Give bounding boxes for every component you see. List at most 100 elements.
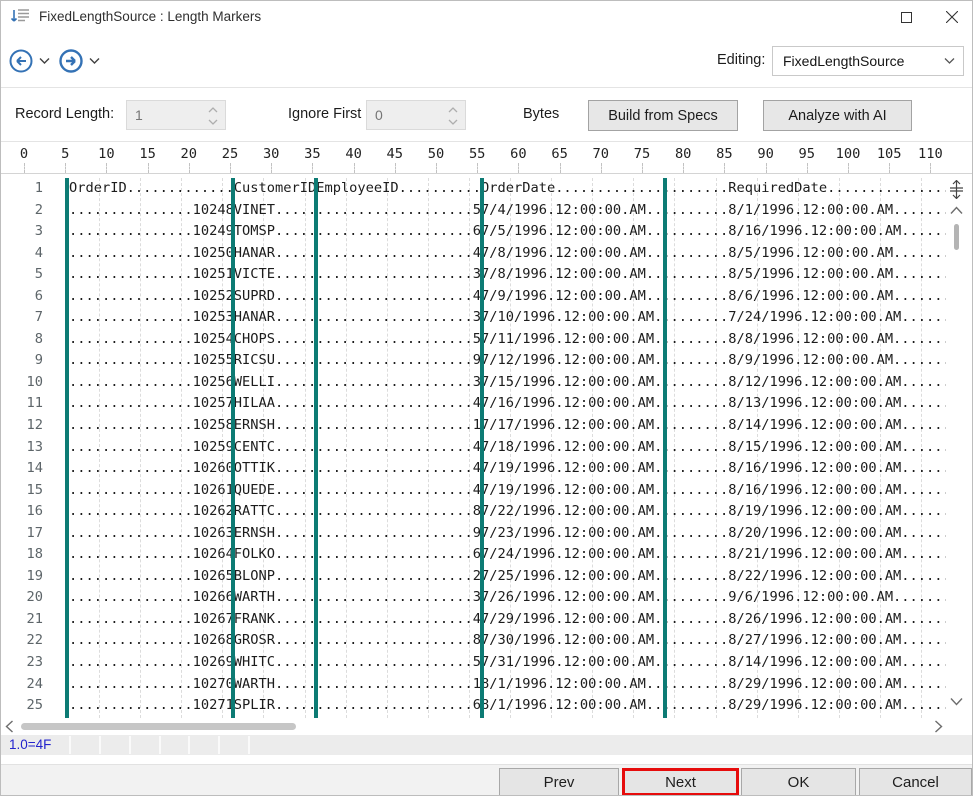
- back-dropdown-chevron-icon[interactable]: [39, 57, 51, 67]
- editing-combobox[interactable]: FixedLengthSource: [772, 46, 964, 76]
- record-text[interactable]: ...............10261QUEDE...............…: [43, 480, 946, 502]
- line-number: 14: [1, 458, 43, 480]
- scroll-up-icon[interactable]: [950, 206, 963, 215]
- record-text[interactable]: ...............10263ERNSH...............…: [43, 523, 946, 545]
- ruler-tick-mark: [148, 163, 149, 173]
- length-marker[interactable]: [65, 178, 69, 718]
- ruler-tick-mark: [848, 163, 849, 173]
- ruler-tick: 40: [345, 146, 361, 162]
- ruler-tick-mark: [889, 163, 890, 173]
- status-cell-separator: [248, 736, 250, 754]
- data-row: 19...............10265BLONP.............…: [1, 566, 946, 588]
- horizontal-scroll-thumb[interactable]: [21, 723, 296, 730]
- stepper-arrows-icon[interactable]: [207, 104, 219, 128]
- back-button[interactable]: [9, 49, 33, 73]
- analyze-with-ai-button[interactable]: Analyze with AI: [763, 100, 912, 131]
- status-cell-separator: [99, 736, 101, 754]
- line-number: 12: [1, 415, 43, 437]
- column-ruler[interactable]: 0510152025303540455055606570758085909510…: [1, 142, 973, 174]
- record-text[interactable]: ...............10265BLONP...............…: [43, 566, 946, 588]
- prev-button[interactable]: Prev: [499, 768, 619, 796]
- length-marker[interactable]: [663, 178, 667, 718]
- ruler-tick-mark: [477, 163, 478, 173]
- line-number: 13: [1, 437, 43, 459]
- record-text[interactable]: ...............10269WHITC...............…: [43, 652, 946, 674]
- record-text[interactable]: ...............10266WARTH...............…: [43, 587, 946, 609]
- ruler-tick: 75: [634, 146, 650, 162]
- forward-dropdown-chevron-icon[interactable]: [89, 57, 101, 67]
- ok-button[interactable]: OK: [741, 768, 856, 796]
- ignore-first-stepper[interactable]: 0: [366, 100, 466, 130]
- scroll-right-icon[interactable]: [934, 720, 943, 733]
- record-spec-bar: Record Length: 1 Ignore First 0 Bytes Bu…: [1, 87, 973, 142]
- record-text[interactable]: ...............10257HILAA...............…: [43, 393, 946, 415]
- record-text[interactable]: ...............10253HANAR...............…: [43, 307, 946, 329]
- data-row: 23...............10269WHITC.............…: [1, 652, 946, 674]
- record-text[interactable]: ...............10248VINET...............…: [43, 200, 946, 222]
- record-text[interactable]: ...............10249TOMSP...............…: [43, 221, 946, 243]
- record-text[interactable]: ...............10254CHOPS...............…: [43, 329, 946, 351]
- stepper-arrows-icon[interactable]: [447, 104, 459, 128]
- build-from-specs-button[interactable]: Build from Specs: [588, 100, 738, 131]
- cancel-button[interactable]: Cancel: [859, 768, 972, 796]
- length-marker[interactable]: [480, 178, 484, 718]
- record-text[interactable]: ...............10271SPLIR...............…: [43, 695, 946, 717]
- record-text[interactable]: ...............10268GROSR...............…: [43, 630, 946, 652]
- line-number: 8: [1, 329, 43, 351]
- window-title: FixedLengthSource : Length Markers: [39, 1, 261, 33]
- vertical-scroll-thumb[interactable]: [954, 224, 959, 250]
- ruler-tick: 105: [877, 146, 902, 162]
- record-text[interactable]: ...............10256WELLI...............…: [43, 372, 946, 394]
- ruler-tick: 110: [918, 146, 943, 162]
- scroll-down-icon[interactable]: [950, 697, 963, 706]
- maximize-button[interactable]: [884, 1, 929, 33]
- length-marker[interactable]: [231, 178, 235, 718]
- line-number: 10: [1, 372, 43, 394]
- record-text[interactable]: ...............10262RATTC...............…: [43, 501, 946, 523]
- record-text[interactable]: ...............10264FOLKO...............…: [43, 544, 946, 566]
- record-text[interactable]: ...............10258ERNSH...............…: [43, 415, 946, 437]
- line-number: 19: [1, 566, 43, 588]
- ruler-tick: 0: [20, 146, 28, 162]
- line-number: 17: [1, 523, 43, 545]
- ruler-tick-mark: [271, 163, 272, 173]
- ruler-tick-mark: [312, 163, 313, 173]
- record-text[interactable]: ...............10267FRANK...............…: [43, 609, 946, 631]
- ignore-first-value: 0: [375, 101, 383, 129]
- ruler-tick-mark: [354, 163, 355, 173]
- row-splitter-icon[interactable]: [949, 180, 964, 199]
- window-icon: [11, 8, 31, 26]
- ruler-tick: 85: [716, 146, 732, 162]
- next-button[interactable]: Next: [622, 768, 739, 796]
- ruler-tick: 45: [387, 146, 403, 162]
- vertical-scrollbar[interactable]: [942, 178, 970, 718]
- record-text[interactable]: ...............10270WARTH...............…: [43, 674, 946, 696]
- record-text[interactable]: ...............10251VICTE...............…: [43, 264, 946, 286]
- ruler-tick: 15: [139, 146, 155, 162]
- ruler-tick: 80: [675, 146, 691, 162]
- data-row: 17...............10263ERNSH.............…: [1, 523, 946, 545]
- ruler-tick: 55: [469, 146, 485, 162]
- scroll-left-icon[interactable]: [5, 720, 14, 733]
- editing-label: Editing:: [717, 33, 765, 87]
- ruler-tick: 50: [428, 146, 444, 162]
- record-text[interactable]: ...............10250HANAR...............…: [43, 243, 946, 265]
- record-length-stepper[interactable]: 1: [126, 100, 226, 130]
- horizontal-scrollbar[interactable]: [1, 718, 973, 735]
- ruler-tick: 65: [551, 146, 567, 162]
- data-row: 13...............10259CENTC.............…: [1, 437, 946, 459]
- ruler-tick-mark: [436, 163, 437, 173]
- record-text[interactable]: ...............10259CENTC...............…: [43, 437, 946, 459]
- length-marker[interactable]: [314, 178, 318, 718]
- record-length-value: 1: [135, 101, 143, 129]
- line-number: 9: [1, 350, 43, 372]
- close-button[interactable]: [929, 1, 973, 33]
- record-text[interactable]: ...............10255RICSU...............…: [43, 350, 946, 372]
- ruler-tick-mark: [807, 163, 808, 173]
- record-text[interactable]: ...............10252SUPRD...............…: [43, 286, 946, 308]
- forward-button[interactable]: [59, 49, 83, 73]
- ruler-tick-mark: [642, 163, 643, 173]
- record-text[interactable]: ...............10260OTTIK...............…: [43, 458, 946, 480]
- data-row: 7...............10253HANAR..............…: [1, 307, 946, 329]
- record-text[interactable]: OrderID.............CustomerIDEmployeeID…: [43, 178, 946, 200]
